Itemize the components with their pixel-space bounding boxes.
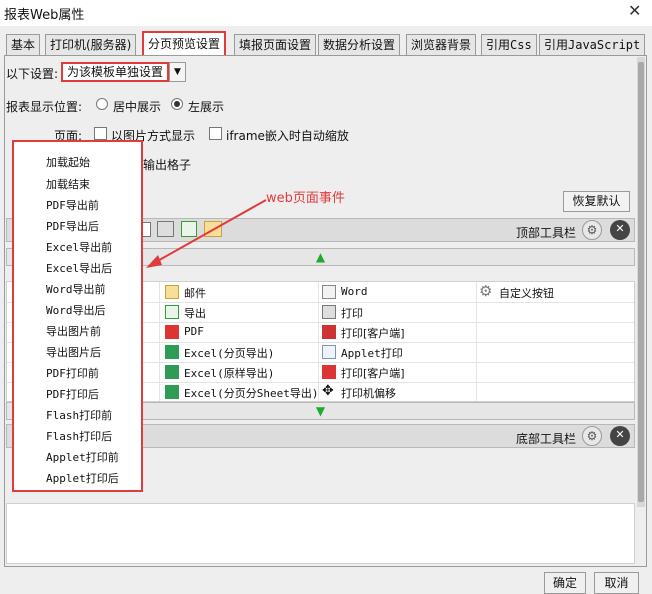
grid-item-export[interactable]: 导出	[184, 305, 206, 321]
grid-item-applet-print[interactable]: Applet打印	[341, 345, 403, 361]
pdf-icon	[165, 325, 179, 339]
close-icon[interactable]: ✕	[610, 220, 630, 240]
event-item[interactable]: PDF导出后	[46, 218, 99, 234]
excel-icon	[165, 345, 179, 359]
event-item[interactable]: Applet打印后	[46, 470, 119, 486]
event-item[interactable]: Word导出前	[46, 281, 106, 297]
cancel-button[interactable]: 取消	[594, 572, 639, 594]
event-editor-area[interactable]	[6, 503, 635, 564]
grid-item-mail[interactable]: 邮件	[184, 285, 206, 301]
event-item[interactable]: PDF导出前	[46, 197, 99, 213]
grid-item-excel-page[interactable]: Excel(分页导出)	[184, 345, 274, 361]
annotation-label: web页面事件	[266, 191, 345, 206]
event-item[interactable]: Flash打印后	[46, 428, 112, 444]
tab-printer-server[interactable]: 打印机(服务器)	[45, 34, 137, 55]
radio-left[interactable]	[171, 98, 183, 110]
grid-item-excel-sheet[interactable]: Excel(分页分Sheet导出)	[184, 385, 318, 401]
mail-icon	[165, 285, 179, 299]
output-cell-label: 输出格子	[143, 158, 192, 172]
event-item[interactable]: Flash打印前	[46, 407, 112, 423]
tab-bar: 基本 打印机(服务器) 分页预览设置 填报页面设置 数据分析设置 浏览器背景 引…	[0, 30, 652, 56]
gear-icon[interactable]: ⚙	[582, 426, 602, 446]
radio-center-label: 居中展示	[113, 100, 162, 114]
export-icon	[165, 305, 179, 319]
close-icon[interactable]: ✕	[628, 1, 641, 20]
settings-mode-select[interactable]: 为该模板单独设置	[61, 62, 169, 82]
event-item[interactable]: PDF打印后	[46, 386, 99, 402]
move-icon: ✥	[322, 383, 334, 399]
grid-item-print-client-pdf[interactable]: 打印[客户端]	[341, 365, 405, 381]
radio-left-label: 左展示	[188, 100, 225, 114]
window-title: 报表Web属性	[4, 8, 85, 23]
event-item[interactable]: 导出图片前	[46, 323, 101, 339]
grid-item-pdf[interactable]: PDF	[184, 325, 204, 338]
restore-default-button[interactable]: 恢复默认	[563, 191, 630, 212]
grid-item-print-client-flash[interactable]: 打印[客户端]	[341, 325, 405, 341]
event-item[interactable]: Applet打印前	[46, 449, 119, 465]
top-toolbar-label: 顶部工具栏	[516, 226, 577, 240]
grid-item-print[interactable]: 打印	[341, 305, 363, 321]
excel-icon	[165, 385, 179, 399]
settings-label: 以下设置:	[6, 67, 59, 81]
tab-fill-page[interactable]: 填报页面设置	[234, 34, 317, 55]
event-item[interactable]: Word导出后	[46, 302, 106, 318]
tab-basic[interactable]: 基本	[6, 34, 41, 55]
ok-button[interactable]: 确定	[544, 572, 586, 594]
radio-center[interactable]	[96, 98, 108, 110]
close-icon[interactable]: ✕	[610, 426, 630, 446]
position-label: 报表显示位置:	[6, 100, 83, 114]
annotation-arrow	[146, 199, 267, 268]
web-event-list[interactable]: 加载起始 加载结束 PDF导出前 PDF导出后 Excel导出前 Excel导出…	[12, 140, 143, 492]
tab-data-analysis[interactable]: 数据分析设置	[318, 34, 401, 55]
iframe-scale-checkbox[interactable]	[209, 127, 222, 140]
image-display-checkbox[interactable]	[94, 127, 107, 140]
grid-item-custom[interactable]: 自定义按钮	[499, 285, 554, 301]
bottom-toolbar-label: 底部工具栏	[516, 432, 577, 446]
grid-item-word[interactable]: Word	[341, 285, 368, 298]
excel-icon	[165, 365, 179, 379]
event-item[interactable]: 导出图片后	[46, 344, 101, 360]
title-bar	[0, 0, 652, 26]
scrollbar-thumb[interactable]	[638, 62, 644, 502]
event-item[interactable]: Excel导出前	[46, 239, 112, 255]
chevron-down-icon[interactable]: ▼	[169, 62, 186, 82]
word-icon	[322, 285, 336, 299]
event-item[interactable]: 加载起始	[46, 154, 90, 170]
pdf-icon	[322, 365, 336, 379]
grid-item-printer-offset[interactable]: 打印机偏移	[341, 385, 396, 401]
java-icon	[322, 345, 336, 359]
tab-css[interactable]: 引用Css	[481, 34, 537, 55]
gear-icon[interactable]: ⚙	[582, 220, 602, 240]
event-item[interactable]: 加载结束	[46, 176, 90, 192]
grid-item-excel-original[interactable]: Excel(原样导出)	[184, 365, 274, 381]
tab-page-preview[interactable]: 分页预览设置	[142, 31, 227, 56]
gear-icon: ⚙	[479, 282, 493, 300]
event-item[interactable]: PDF打印前	[46, 365, 99, 381]
tab-browser-background[interactable]: 浏览器背景	[406, 34, 477, 55]
event-item[interactable]: Excel导出后	[46, 260, 112, 276]
printer-icon	[322, 305, 336, 319]
flash-icon	[322, 325, 336, 339]
iframe-scale-label: iframe嵌入时自动缩放	[226, 129, 349, 143]
tab-javascript[interactable]: 引用JavaScript	[539, 34, 646, 55]
